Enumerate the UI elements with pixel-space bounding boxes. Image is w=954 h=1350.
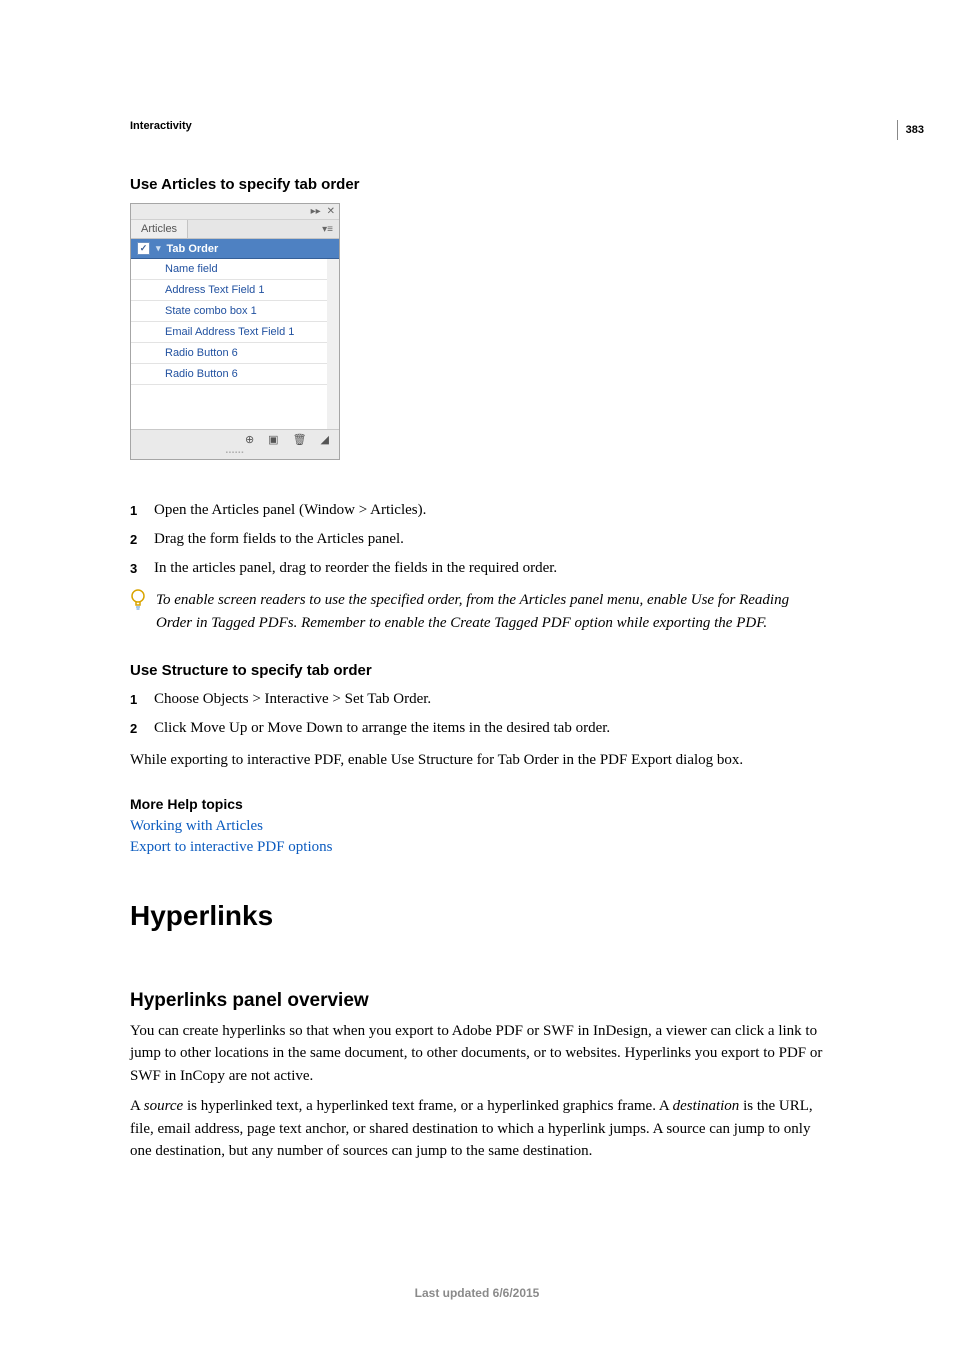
list-item[interactable]: Email Address Text Field 1 [131, 322, 327, 343]
text-fragment: A [130, 1098, 144, 1114]
step-text: Choose Objects > Interactive > Set Tab O… [154, 689, 431, 710]
panel-close-icon[interactable]: ✕ [327, 206, 335, 217]
footer-last-updated: Last updated 6/6/2015 [0, 1286, 954, 1300]
step-number: 2 [130, 529, 142, 550]
more-help-heading: More Help topics [130, 796, 824, 812]
step-item: 1 Open the Articles panel (Window > Artic… [130, 500, 824, 521]
panel-footer: ⊕ ▣ 🗑 ◢ [131, 429, 339, 449]
help-link-working-articles[interactable]: Working with Articles [130, 818, 824, 835]
subheading-hyperlinks-overview: Hyperlinks panel overview [130, 990, 824, 1012]
list-item[interactable]: State combo box 1 [131, 301, 327, 322]
steps-list-a: 1 Open the Articles panel (Window > Artic… [130, 500, 824, 579]
add-selection-icon[interactable]: ⊕ [245, 433, 254, 446]
major-heading-hyperlinks: Hyperlinks [130, 900, 824, 932]
lightbulb-icon [130, 589, 146, 611]
articles-panel: ▸▸ ✕ Articles ▾≡ ✓ ▾ Tab Order ▲ Name fi… [130, 203, 340, 460]
panel-menu-icon[interactable]: ▾≡ [316, 224, 339, 235]
scroll-up-icon[interactable]: ▲ [327, 259, 338, 271]
step-number: 1 [130, 500, 142, 521]
step-item: 2 Click Move Up or Move Down to arrange t… [130, 718, 824, 739]
panel-bottom-grip-icon: ▪▪▪▪▪▪ [131, 449, 339, 459]
panel-collapse-icon[interactable]: ▸▸ [311, 206, 321, 217]
panel-topbar: ▸▸ ✕ [131, 204, 339, 220]
tip-note: To enable screen readers to use the spec… [130, 589, 824, 634]
step-text: In the articles panel, drag to reorder t… [154, 558, 557, 579]
tip-text: To enable screen readers to use the spec… [156, 589, 824, 634]
help-link-export-pdf[interactable]: Export to interactive PDF options [130, 839, 824, 856]
panel-list-area: ▲ Name field Address Text Field 1 State … [131, 259, 339, 429]
article-name-label: Tab Order [167, 243, 219, 255]
list-item[interactable]: Name field [131, 259, 327, 280]
heading-use-structure: Use Structure to specify tab order [130, 662, 824, 679]
step-text: Click Move Up or Move Down to arrange th… [154, 718, 610, 739]
emphasis-source: source [144, 1098, 183, 1114]
new-article-icon[interactable]: ▣ [268, 433, 278, 446]
list-item[interactable]: Radio Button 6 [131, 364, 327, 385]
breadcrumb: Interactivity [130, 120, 824, 132]
step-item: 3 In the articles panel, drag to reorder … [130, 558, 824, 579]
articles-tab[interactable]: Articles [131, 220, 188, 238]
article-checkbox-icon[interactable]: ✓ [137, 242, 150, 255]
page-number: 383 [897, 120, 924, 140]
step-number: 1 [130, 689, 142, 710]
body-paragraph: While exporting to interactive PDF, enab… [130, 749, 824, 772]
emphasis-destination: destination [673, 1098, 740, 1114]
resize-grip-icon: ◢ [321, 433, 329, 446]
step-text: Drag the form fields to the Articles pan… [154, 529, 404, 550]
body-paragraph: You can create hyperlinks so that when y… [130, 1020, 824, 1088]
step-number: 2 [130, 718, 142, 739]
heading-use-articles: Use Articles to specify tab order [130, 176, 824, 193]
steps-list-b: 1 Choose Objects > Interactive > Set Tab … [130, 689, 824, 739]
step-item: 1 Choose Objects > Interactive > Set Tab … [130, 689, 824, 710]
scroll-down-icon[interactable]: ▼ [327, 417, 338, 429]
step-text: Open the Articles panel (Window > Articl… [154, 500, 426, 521]
panel-article-header[interactable]: ✓ ▾ Tab Order [131, 239, 339, 259]
step-number: 3 [130, 558, 142, 579]
step-item: 2 Drag the form fields to the Articles pa… [130, 529, 824, 550]
text-fragment: is hyperlinked text, a hyperlinked text … [183, 1098, 672, 1114]
body-paragraph: A source is hyperlinked text, a hyperlin… [130, 1095, 824, 1163]
list-item[interactable]: Radio Button 6 [131, 343, 327, 364]
disclosure-triangle-icon[interactable]: ▾ [156, 243, 161, 254]
list-item[interactable]: Address Text Field 1 [131, 280, 327, 301]
delete-icon[interactable]: 🗑 [293, 433, 307, 446]
